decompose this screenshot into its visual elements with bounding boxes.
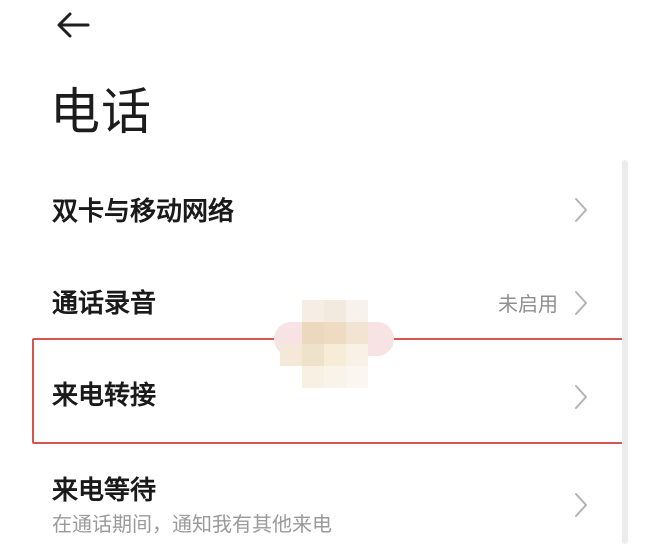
setting-title-call-recording: 通话录音	[52, 289, 157, 319]
setting-title-call-waiting: 来电等待	[52, 476, 157, 506]
settings-list: 双卡与移动网络 通话录音 未启用 来电转接 来电等待 在通话期间，通知我有其他来…	[0, 0, 664, 544]
setting-subtitle-call-waiting: 在通话期间，通知我有其他来电	[52, 512, 332, 536]
setting-row-dual-sim[interactable]: 双卡与移动网络	[0, 170, 620, 254]
chevron-right-icon	[574, 197, 588, 223]
setting-row-call-forwarding[interactable]: 来电转接	[0, 340, 620, 442]
setting-title-dual-sim: 双卡与移动网络	[52, 197, 235, 227]
chevron-right-icon	[574, 492, 588, 518]
chevron-right-icon	[574, 384, 588, 410]
scrollbar[interactable]	[622, 160, 628, 544]
setting-row-call-recording[interactable]: 通话录音 未启用	[0, 262, 620, 346]
setting-row-call-waiting[interactable]: 来电等待 在通话期间，通知我有其他来电	[0, 450, 620, 544]
chevron-right-icon	[574, 290, 588, 316]
setting-title-call-forwarding: 来电转接	[52, 381, 157, 411]
setting-status-call-recording: 未启用	[498, 292, 558, 316]
